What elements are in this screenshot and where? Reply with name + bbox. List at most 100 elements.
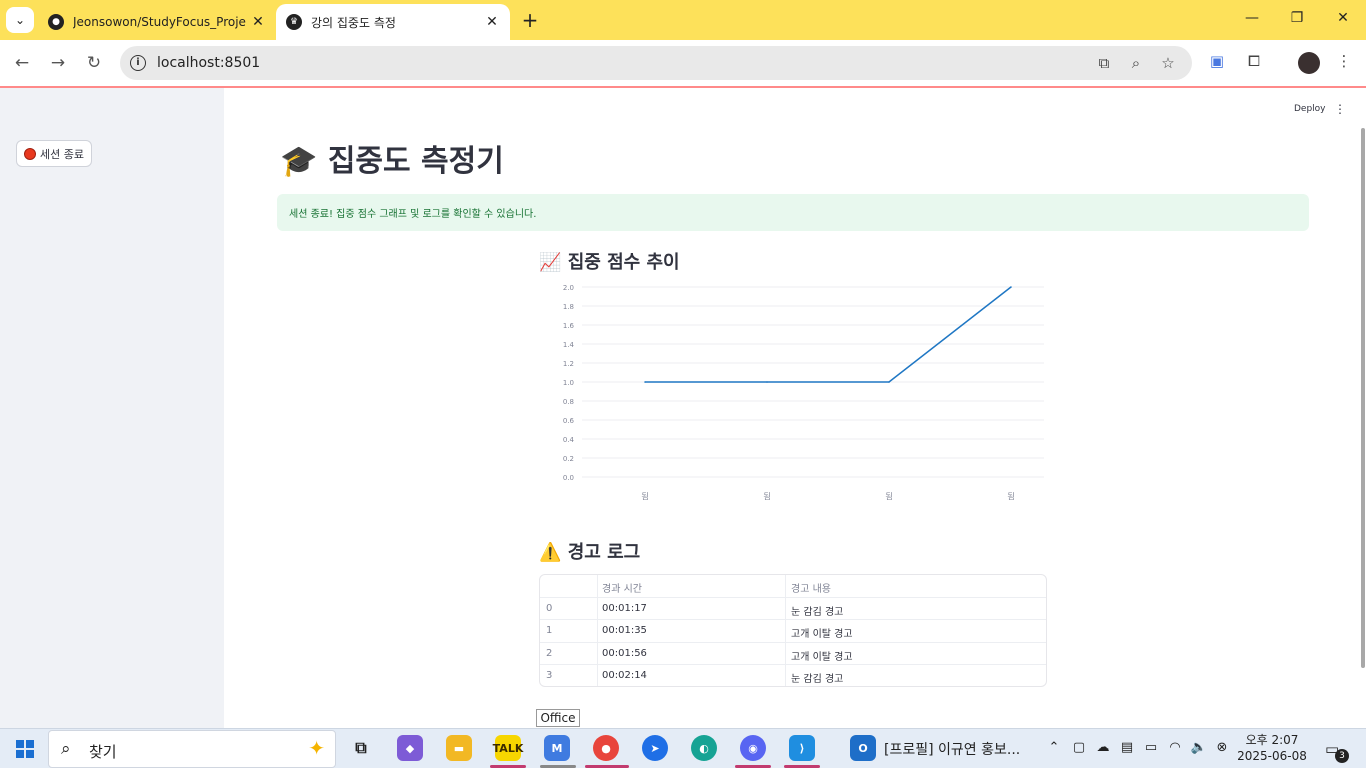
streamlit-crown-icon: ♛ [286,14,302,30]
warning-cell[interactable]: 눈 감김 경고 [791,670,843,685]
meet-icon[interactable]: ▢ [1070,740,1088,755]
profile-avatar[interactable] [1298,52,1320,74]
y-tick-label: 0.0 [563,474,574,482]
wifi-icon[interactable]: ◠ [1166,740,1184,755]
app-main: Deploy ⋮ 🎓 집중도 측정기 세션 종료! 집중 점수 그래프 및 로그… [224,88,1366,728]
scrollbar[interactable] [1361,128,1365,668]
search-text: 찾기 [89,743,117,761]
tab-title: Jeonsowon/StudyFocus_Project [73,15,246,29]
chrome-icon[interactable]: ● [593,735,619,761]
translate-icon[interactable]: ⧉ [1094,54,1114,72]
discord-icon[interactable]: ◉ [740,735,766,761]
new-tab-icon[interactable]: + [518,8,542,32]
mute-status-icon[interactable]: ⊗ [1213,740,1231,755]
extensions-icon[interactable]: ⧠ [1243,52,1265,70]
x-tick-label: 됨 [885,492,892,501]
chart-heading: 📈 집중 점수 추이 [539,248,680,274]
elapsed-time-cell[interactable]: 00:01:56 [602,648,647,659]
x-tick-label: 됨 [763,492,770,501]
y-tick-label: 2.0 [563,284,574,292]
tray-app-icon[interactable]: ▤ [1118,740,1136,755]
search-icon: ⌕ [61,739,71,759]
taskbar-search[interactable]: ⌕ 찾기 ✦ [48,730,336,768]
clock[interactable]: 오후 2:07 2025-06-08 [1232,732,1312,764]
elapsed-time-cell[interactable]: 00:01:35 [602,625,647,636]
site-info-icon[interactable]: i [130,55,146,71]
log-heading: ⚠️ 경고 로그 [539,538,640,564]
tab-streamlit[interactable]: ♛ 강의 집중도 측정 ✕ [276,4,510,40]
tab-close-icon[interactable]: ✕ [250,14,266,30]
vscode-icon[interactable]: ⟩ [789,735,815,761]
volume-icon[interactable]: 🔈 [1190,740,1208,755]
success-alert: 세션 종료! 집중 점수 그래프 및 로그를 확인할 수 있습니다. [277,194,1309,231]
clock-time: 오후 2:07 [1245,733,1299,747]
tab-search-chevron-icon[interactable]: ⌄ [6,7,34,33]
data-point [1010,286,1012,288]
chart-heading-text: 집중 점수 추이 [567,252,680,273]
success-message: 세션 종료! 집중 점수 그래프 및 로그를 확인할 수 있습니다. [289,209,537,220]
column-header-time[interactable]: 경과 시간 [602,580,642,595]
warning-log-table[interactable]: 경과 시간 경고 내용 0 00:01:17 눈 감김 경고 1 00:01:3… [539,574,1047,687]
window-close-icon[interactable]: ✕ [1333,10,1353,26]
edge-icon[interactable]: ◐ [691,735,717,761]
row-index: 3 [546,670,553,681]
line-chart: 0.0 0.2 0.4 0.6 0.8 1.0 1.2 1.4 1.6 1.8 2.0 됨 됨 됨 됨 [532,281,1052,511]
chart-increasing-icon: 📈 [539,252,562,273]
office-icon[interactable]: M [544,735,570,761]
chart-svg: 0.0 0.2 0.4 0.6 0.8 1.0 1.2 1.4 1.6 1.8 2.0 됨 됨 됨 됨 [563,284,1044,501]
bookmark-star-icon[interactable]: ☆ [1158,54,1178,72]
end-session-label: 세션 종료 [40,147,84,161]
data-point [888,381,890,383]
y-tick-label: 1.0 [563,379,574,387]
windows-start-icon[interactable] [16,740,34,758]
end-session-button[interactable]: 세션 종료 [16,140,92,167]
x-tick-label: 됨 [641,492,648,501]
y-tick-label: 0.4 [563,436,575,444]
onedrive-icon[interactable]: ☁ [1094,740,1112,755]
x-tick-label: 됨 [1007,492,1014,501]
google-translate-icon[interactable]: ▣ [1206,52,1228,70]
copilot-icon[interactable]: ◆ [397,735,423,761]
kakaotalk-icon[interactable]: TALK [493,735,523,761]
table-row: 1 00:01:35 고개 이탈 경고 [540,619,1046,641]
log-heading-text: 경고 로그 [567,542,641,563]
outlook-icon[interactable]: O [850,735,876,761]
elapsed-time-cell[interactable]: 00:02:14 [602,670,647,681]
table-row: 3 00:02:14 눈 감김 경고 [540,664,1046,686]
task-view-icon[interactable]: ⧉ [348,735,374,761]
browser-menu-icon[interactable]: ⋮ [1333,52,1355,70]
tab-title: 강의 집중도 측정 [311,15,396,30]
bitwarden-icon[interactable]: ➤ [642,735,668,761]
file-explorer-icon[interactable]: ▬ [446,735,472,761]
warning-cell[interactable]: 눈 감김 경고 [791,603,843,618]
data-point [644,381,646,383]
column-header-warning[interactable]: 경고 내용 [791,580,831,595]
elapsed-time-cell[interactable]: 00:01:17 [602,603,647,614]
app-menu-icon[interactable]: ⋮ [1334,102,1346,116]
y-tick-label: 1.6 [563,322,575,330]
deploy-button[interactable]: Deploy [1294,104,1326,114]
forward-icon[interactable]: → [48,53,68,73]
y-tick-label: 0.8 [563,398,574,406]
tab-github[interactable]: ● Jeonsowon/StudyFocus_Project ✕ [38,4,276,40]
table-header-row: 경과 시간 경고 내용 [540,575,1046,597]
outlook-window-title[interactable]: [프로필] 이규연 홍보... [884,739,1020,759]
back-icon[interactable]: ← [12,53,32,73]
reload-icon[interactable]: ↻ [84,53,104,73]
zoom-icon[interactable]: ⌕ [1126,54,1146,72]
page-title: 🎓 집중도 측정기 [280,136,504,180]
browser-tab-bar: ⌄ ● Jeonsowon/StudyFocus_Project ✕ ♛ 강의 … [0,0,1366,40]
restore-icon[interactable]: ❐ [1287,10,1307,26]
address-bar[interactable]: i localhost:8501 ⧉ ⌕ ☆ [120,46,1192,80]
minimize-icon[interactable]: — [1242,10,1262,26]
y-tick-label: 1.2 [563,360,574,368]
tray-chevron-icon[interactable]: ⌃ [1045,740,1063,755]
battery-icon[interactable]: ▭ [1142,740,1160,755]
data-point [766,381,768,383]
table-row: 0 00:01:17 눈 감김 경고 [540,597,1046,619]
tab-close-icon[interactable]: ✕ [484,14,500,30]
warning-cell[interactable]: 고개 이탈 경고 [791,625,853,640]
url-text[interactable]: localhost:8501 [157,55,260,71]
warning-cell[interactable]: 고개 이탈 경고 [791,648,853,663]
row-index: 1 [546,625,553,636]
